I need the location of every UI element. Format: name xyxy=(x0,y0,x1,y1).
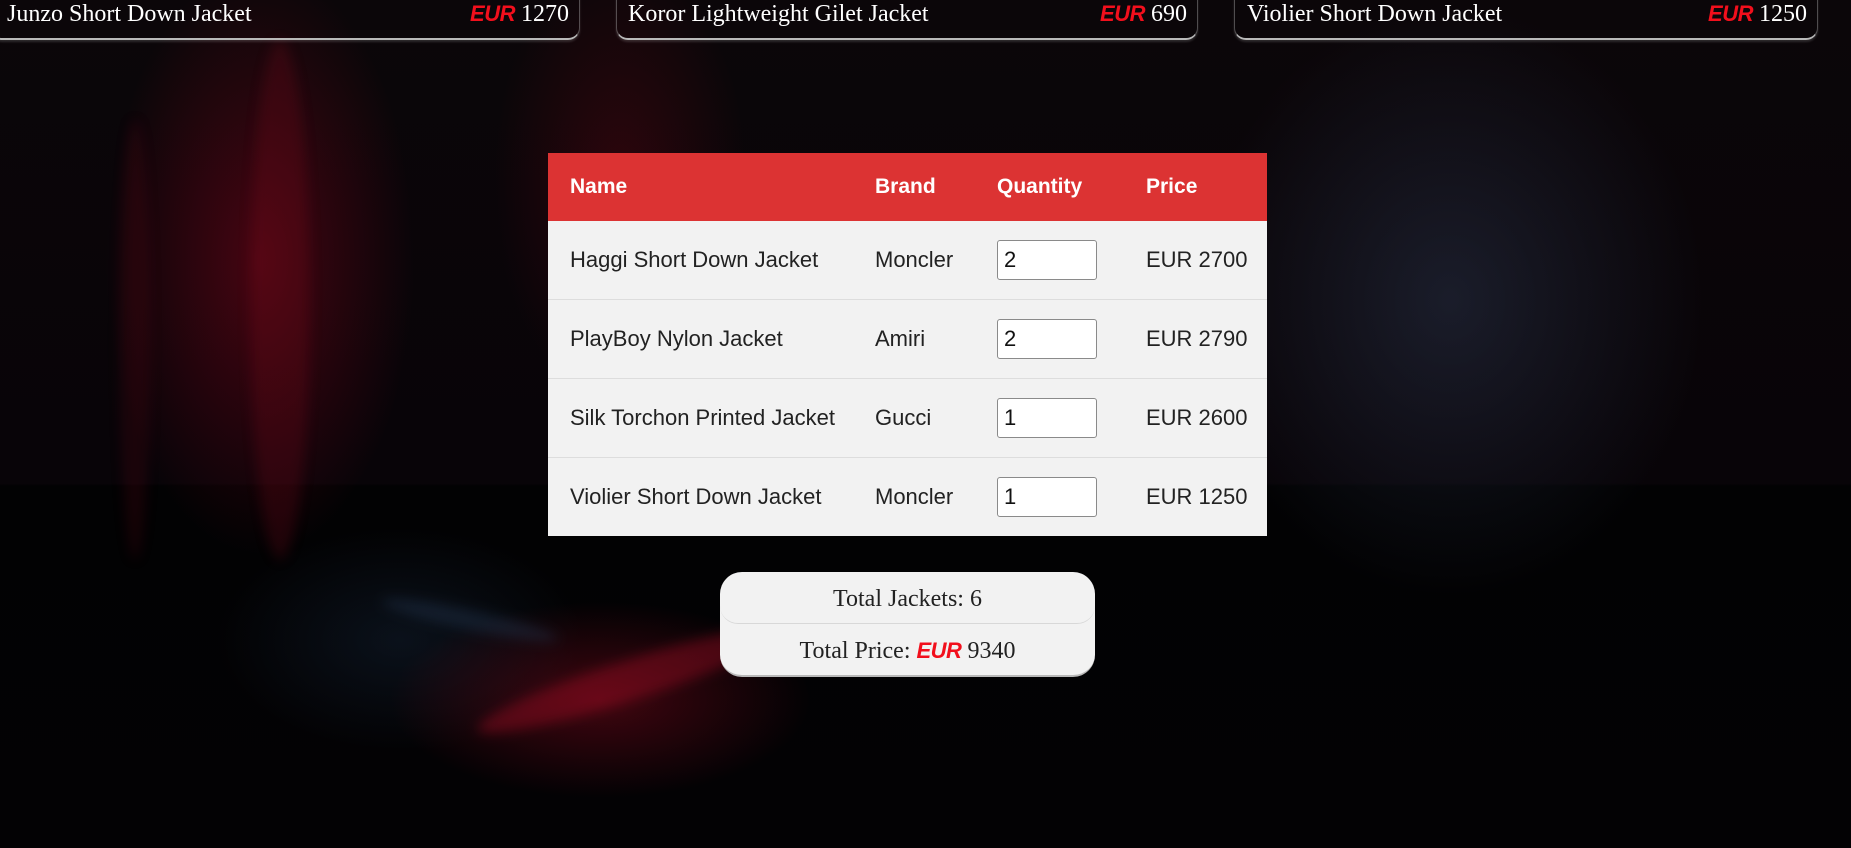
item-price: EUR 1250 xyxy=(1124,457,1267,536)
item-name: Violier Short Down Jacket xyxy=(548,457,853,536)
quantity-input[interactable] xyxy=(997,319,1097,359)
cart-header-row: Name Brand Quantity Price xyxy=(548,153,1267,221)
product-name: Koror Lightweight Gilet Jacket xyxy=(628,1,929,27)
currency-tag: EUR xyxy=(1100,1,1145,26)
quantity-cell xyxy=(975,378,1124,458)
product-card[interactable]: Violier Short Down Jacket EUR 1250 xyxy=(1234,0,1818,40)
product-price: EUR 690 xyxy=(1100,1,1187,28)
total-price: Total Price: EUR 9340 xyxy=(720,624,1095,675)
item-brand: Amiri xyxy=(853,299,975,379)
currency-tag: EUR xyxy=(470,1,515,26)
background-streak xyxy=(120,120,150,560)
currency-tag: EUR xyxy=(1708,1,1753,26)
total-jackets: Total Jackets: 6 xyxy=(720,572,1095,624)
item-name: Haggi Short Down Jacket xyxy=(570,247,819,272)
product-price-value: 1250 xyxy=(1759,1,1807,27)
column-header-price: Price xyxy=(1124,153,1267,221)
table-row: PlayBoy Nylon Jacket Amiri EUR 2790 xyxy=(548,299,1267,379)
column-header-brand: Brand xyxy=(853,153,975,221)
table-row: Violier Short Down Jacket Moncler EUR 12… xyxy=(548,457,1267,536)
background-streak xyxy=(250,40,310,560)
product-price: EUR 1270 xyxy=(470,1,569,28)
item-name: PlayBoy Nylon Jacket xyxy=(548,299,853,379)
currency-tag: EUR xyxy=(916,638,962,663)
product-price-value: 1270 xyxy=(521,1,569,27)
cart-table: Name Brand Quantity Price Haggi Short Do… xyxy=(548,153,1267,536)
quantity-cell xyxy=(975,221,1124,300)
quantity-cell xyxy=(975,299,1124,379)
product-price-value: 690 xyxy=(1151,1,1187,27)
total-price-value: 9340 xyxy=(967,638,1016,664)
background-streak xyxy=(379,591,561,649)
item-brand: Moncler xyxy=(853,457,975,536)
quantity-input[interactable] xyxy=(997,240,1097,280)
column-header-name: Name xyxy=(548,153,853,221)
product-card[interactable]: Koror Lightweight Gilet Jacket EUR 690 xyxy=(616,0,1198,40)
totals-panel: Total Jackets: 6 Total Price: EUR 9340 xyxy=(720,572,1095,677)
item-brand: Gucci xyxy=(853,378,975,458)
quantity-cell xyxy=(975,457,1124,536)
quantity-input[interactable] xyxy=(997,398,1097,438)
item-price: EUR 2790 xyxy=(1124,299,1267,379)
item-name: Silk Torchon Printed Jacket xyxy=(548,378,853,458)
product-card[interactable]: Junzo Short Down Jacket EUR 1270 xyxy=(0,0,580,40)
column-header-quantity: Quantity xyxy=(975,153,1124,221)
total-jackets-label: Total Jackets: xyxy=(833,586,964,612)
item-price: EUR 2700 xyxy=(1146,247,1248,272)
quantity-input[interactable] xyxy=(997,477,1097,517)
total-price-label: Total Price: xyxy=(799,638,911,664)
product-name: Junzo Short Down Jacket xyxy=(7,1,252,27)
product-strip: Junzo Short Down Jacket EUR 1270 Koror Li… xyxy=(0,0,1851,44)
table-row: Haggi Short Down Jacket Moncler EUR 2700 xyxy=(548,221,1267,300)
product-price: EUR 1250 xyxy=(1708,1,1807,28)
item-brand: Moncler xyxy=(875,247,954,272)
item-price: EUR 2600 xyxy=(1124,378,1267,458)
table-row: Silk Torchon Printed Jacket Gucci EUR 26… xyxy=(548,378,1267,458)
product-name: Violier Short Down Jacket xyxy=(1247,1,1503,27)
total-jackets-value: 6 xyxy=(969,586,982,612)
